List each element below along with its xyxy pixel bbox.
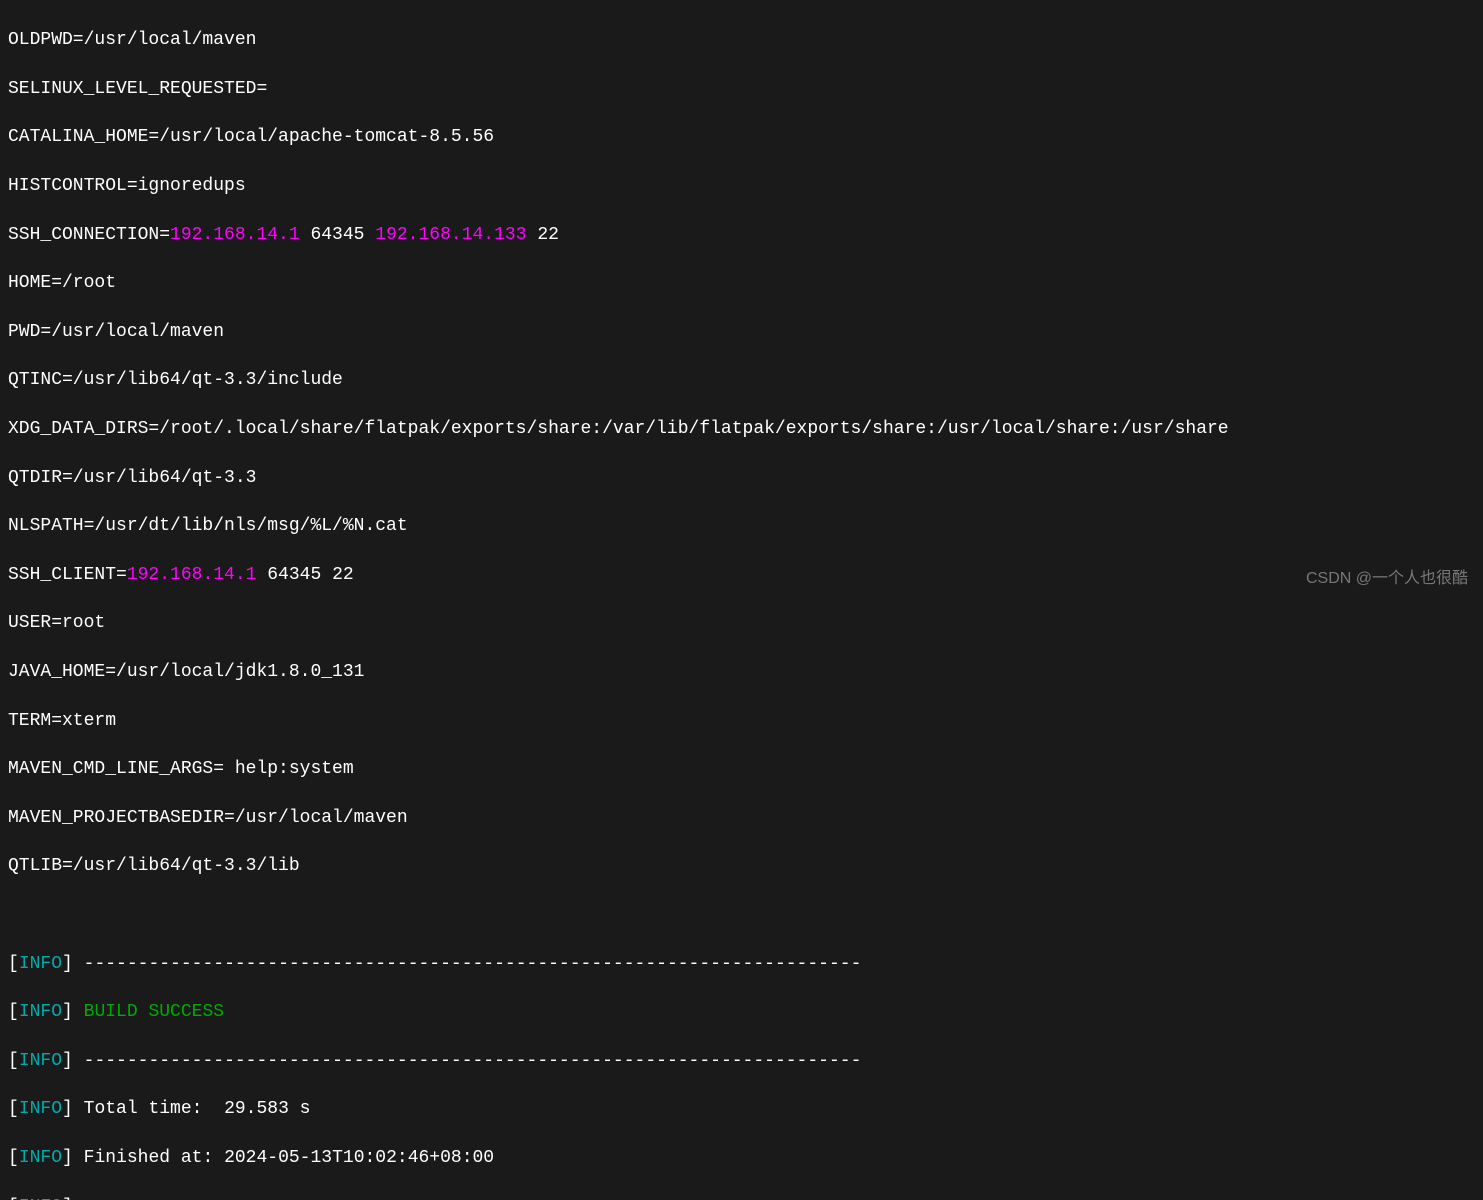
- bracket-open: [: [8, 1197, 19, 1200]
- env-xdg-data-dirs: XDG_DATA_DIRS=/root/.local/share/flatpak…: [8, 417, 1475, 441]
- info-separator-3: [INFO] ---------------------------------…: [8, 1195, 1475, 1200]
- env-qtinc: QTINC=/usr/lib64/qt-3.3/include: [8, 368, 1475, 392]
- env-maven-cmd: MAVEN_CMD_LINE_ARGS= help:system: [8, 757, 1475, 781]
- separator-text: ----------------------------------------…: [73, 954, 862, 974]
- ssh-client-rest: 64345 22: [256, 565, 353, 585]
- bracket-open: [: [8, 1099, 19, 1119]
- info-label: INFO: [19, 1197, 62, 1200]
- env-user: USER=root: [8, 611, 1475, 635]
- env-term: TERM=xterm: [8, 709, 1475, 733]
- info-separator-2: [INFO] ---------------------------------…: [8, 1049, 1475, 1073]
- ssh-conn-port2: 22: [527, 225, 559, 245]
- env-oldpwd: OLDPWD=/usr/local/maven: [8, 28, 1475, 52]
- env-pwd: PWD=/usr/local/maven: [8, 320, 1475, 344]
- bracket-close: ]: [62, 1002, 73, 1022]
- ssh-conn-ip1: 192.168.14.1: [170, 225, 300, 245]
- bracket-close: ]: [62, 1197, 73, 1200]
- bracket-close: ]: [62, 1099, 73, 1119]
- bracket-close: ]: [62, 1051, 73, 1071]
- bracket-close: ]: [62, 1148, 73, 1168]
- terminal-output: OLDPWD=/usr/local/maven SELINUX_LEVEL_RE…: [8, 4, 1475, 1200]
- info-label: INFO: [19, 954, 62, 974]
- ssh-conn-prefix: SSH_CONNECTION=: [8, 225, 170, 245]
- build-success-text: BUILD SUCCESS: [73, 1002, 224, 1022]
- bracket-open: [: [8, 1051, 19, 1071]
- bracket-open: [: [8, 1148, 19, 1168]
- separator-text: ----------------------------------------…: [73, 1197, 862, 1200]
- env-qtdir: QTDIR=/usr/lib64/qt-3.3: [8, 466, 1475, 490]
- ssh-conn-port1: 64345: [300, 225, 376, 245]
- bracket-close: ]: [62, 954, 73, 974]
- ssh-conn-ip2: 192.168.14.133: [375, 225, 526, 245]
- env-maven-basedir: MAVEN_PROJECTBASEDIR=/usr/local/maven: [8, 806, 1475, 830]
- env-ssh-connection: SSH_CONNECTION=192.168.14.1 64345 192.16…: [8, 223, 1475, 247]
- blank-line: [8, 903, 1475, 927]
- env-java-home: JAVA_HOME=/usr/local/jdk1.8.0_131: [8, 660, 1475, 684]
- bracket-open: [: [8, 954, 19, 974]
- ssh-client-ip: 192.168.14.1: [127, 565, 257, 585]
- env-histcontrol: HISTCONTROL=ignoredups: [8, 174, 1475, 198]
- env-nlspath: NLSPATH=/usr/dt/lib/nls/msg/%L/%N.cat: [8, 514, 1475, 538]
- info-finished-at: [INFO] Finished at: 2024-05-13T10:02:46+…: [8, 1146, 1475, 1170]
- watermark-text: CSDN @一个人也很酷: [1306, 568, 1468, 590]
- info-label: INFO: [19, 1099, 62, 1119]
- info-label: INFO: [19, 1148, 62, 1168]
- env-selinux: SELINUX_LEVEL_REQUESTED=: [8, 77, 1475, 101]
- info-separator-1: [INFO] ---------------------------------…: [8, 952, 1475, 976]
- finished-at-text: Finished at: 2024-05-13T10:02:46+08:00: [73, 1148, 494, 1168]
- env-home: HOME=/root: [8, 271, 1475, 295]
- total-time-text: Total time: 29.583 s: [73, 1099, 311, 1119]
- bracket-open: [: [8, 1002, 19, 1022]
- info-build-success: [INFO] BUILD SUCCESS: [8, 1000, 1475, 1024]
- ssh-client-prefix: SSH_CLIENT=: [8, 565, 127, 585]
- info-label: INFO: [19, 1002, 62, 1022]
- info-label: INFO: [19, 1051, 62, 1071]
- separator-text: ----------------------------------------…: [73, 1051, 862, 1071]
- env-qtlib: QTLIB=/usr/lib64/qt-3.3/lib: [8, 854, 1475, 878]
- env-ssh-client: SSH_CLIENT=192.168.14.1 64345 22: [8, 563, 1475, 587]
- env-catalina-home: CATALINA_HOME=/usr/local/apache-tomcat-8…: [8, 125, 1475, 149]
- info-total-time: [INFO] Total time: 29.583 s: [8, 1097, 1475, 1121]
